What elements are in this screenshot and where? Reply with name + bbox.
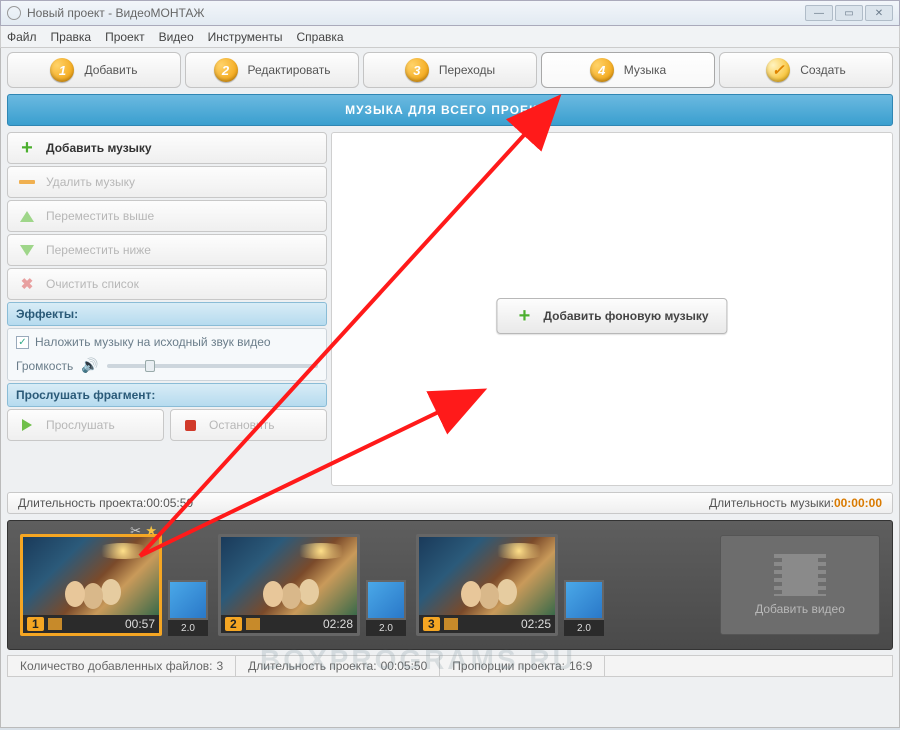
- close-button[interactable]: ✕: [865, 5, 893, 21]
- step-music[interactable]: 4Музыка: [541, 52, 715, 88]
- statusbar: Количество добавленных файлов: 3 Длитель…: [7, 655, 893, 677]
- step-label: Музыка: [624, 63, 666, 77]
- plus-icon: +: [515, 307, 533, 325]
- music-canvas: + Добавить фоновую музыку: [331, 132, 893, 486]
- play-icon: [18, 416, 36, 434]
- arrow-up-icon: [18, 207, 36, 225]
- step-edit[interactable]: 2Редактировать: [185, 52, 359, 88]
- slider-knob[interactable]: [145, 360, 155, 372]
- stop-button[interactable]: Остановить: [170, 409, 327, 441]
- speaker-icon: 🔊: [81, 357, 98, 374]
- clip-duration: 00:57: [125, 617, 155, 631]
- app-icon: [7, 6, 21, 20]
- film-icon: [775, 554, 825, 596]
- move-down-button[interactable]: Переместить ниже: [7, 234, 327, 266]
- section-banner: МУЗЫКА ДЛЯ ВСЕГО ПРОЕКТА: [7, 94, 893, 126]
- menubar: Файл Правка Проект Видео Инструменты Спр…: [0, 26, 900, 48]
- transition-chip[interactable]: 2.0: [366, 580, 406, 636]
- step-label: Добавить: [84, 63, 137, 77]
- move-up-button[interactable]: Переместить выше: [7, 200, 327, 232]
- menu-file[interactable]: Файл: [7, 30, 37, 44]
- menu-help[interactable]: Справка: [296, 30, 343, 44]
- stop-icon: [181, 416, 199, 434]
- menu-video[interactable]: Видео: [159, 30, 194, 44]
- transition-chip[interactable]: 2.0: [168, 580, 208, 636]
- step-transitions[interactable]: 3Переходы: [363, 52, 537, 88]
- wizard-steps: 1Добавить 2Редактировать 3Переходы 4Музы…: [7, 52, 893, 88]
- footer-duration-value: 00:05:50: [381, 659, 428, 673]
- clear-list-button[interactable]: ✖Очистить список: [7, 268, 327, 300]
- timeline[interactable]: ✂★ 100:57 2.0 202:28 2.0 302:25 2.0 Доба…: [7, 520, 893, 650]
- volume-slider[interactable]: [107, 364, 318, 368]
- checkbox-icon: ✓: [16, 336, 29, 349]
- overlay-checkbox[interactable]: ✓Наложить музыку на исходный звук видео: [16, 335, 318, 349]
- step-add[interactable]: 1Добавить: [7, 52, 181, 88]
- music-sidebar: +Добавить музыку Удалить музыку Перемест…: [7, 132, 327, 486]
- add-music-button[interactable]: +Добавить музыку: [7, 132, 327, 164]
- minimize-button[interactable]: —: [805, 5, 833, 21]
- clip-number: 3: [423, 617, 440, 631]
- clip-thumbnail[interactable]: 3 02:25: [416, 534, 558, 636]
- step-label: Создать: [800, 63, 846, 77]
- arrow-down-icon: [18, 241, 36, 259]
- window-title: Новый проект - ВидеоМОНТАЖ: [27, 6, 205, 20]
- minus-icon: [18, 173, 36, 191]
- pencil-icon[interactable]: [48, 618, 62, 630]
- add-video-button[interactable]: Добавить видео: [720, 535, 880, 635]
- maximize-button[interactable]: ▭: [835, 5, 863, 21]
- play-button[interactable]: Прослушать: [7, 409, 164, 441]
- plus-icon: +: [18, 139, 36, 157]
- footer-duration-label: Длительность проекта:: [248, 659, 376, 673]
- clip-number: 2: [225, 617, 242, 631]
- pencil-icon[interactable]: [246, 618, 260, 630]
- file-count-label: Количество добавленных файлов:: [20, 659, 212, 673]
- project-duration-label: Длительность проекта:: [18, 496, 146, 510]
- clip-duration: 02:25: [521, 617, 551, 631]
- menu-edit[interactable]: Правка: [51, 30, 92, 44]
- clip-duration: 02:28: [323, 617, 353, 631]
- aspect-ratio-label: Пропорции проекта:: [452, 659, 565, 673]
- clip-thumbnail[interactable]: 2 02:28: [218, 534, 360, 636]
- volume-label: Громкость: [16, 359, 73, 373]
- music-duration-value: 00:00:00: [834, 496, 882, 510]
- file-count-value: 3: [216, 659, 223, 673]
- timeline-clip[interactable]: 3 02:25 2.0: [416, 534, 604, 636]
- project-duration-value: 00:05:50: [146, 496, 193, 510]
- delete-music-button[interactable]: Удалить музыку: [7, 166, 327, 198]
- duration-bar: Длительность проекта: 00:05:50 Длительно…: [7, 492, 893, 514]
- window-controls: — ▭ ✕: [805, 5, 893, 21]
- pencil-icon[interactable]: [444, 618, 458, 630]
- effects-box: ✓Наложить музыку на исходный звук видео …: [7, 328, 327, 381]
- x-icon: ✖: [18, 275, 36, 293]
- step-label: Редактировать: [248, 63, 331, 77]
- menu-project[interactable]: Проект: [105, 30, 145, 44]
- clip-number: 1: [27, 617, 44, 631]
- timeline-clip[interactable]: 2 02:28 2.0: [218, 534, 406, 636]
- preview-header: Прослушать фрагмент:: [7, 383, 327, 407]
- transition-chip[interactable]: 2.0: [564, 580, 604, 636]
- menu-tools[interactable]: Инструменты: [208, 30, 283, 44]
- step-create[interactable]: ✓Создать: [719, 52, 893, 88]
- add-bg-music-button[interactable]: + Добавить фоновую музыку: [496, 298, 727, 334]
- music-duration-label: Длительность музыки:: [709, 496, 834, 510]
- clip-thumbnail[interactable]: ✂★ 100:57: [20, 534, 162, 636]
- aspect-ratio-value: 16:9: [569, 659, 592, 673]
- effects-header: Эффекты:: [7, 302, 327, 326]
- timeline-clip[interactable]: ✂★ 100:57 2.0: [20, 534, 208, 636]
- step-label: Переходы: [439, 63, 495, 77]
- titlebar: Новый проект - ВидеоМОНТАЖ — ▭ ✕: [0, 0, 900, 26]
